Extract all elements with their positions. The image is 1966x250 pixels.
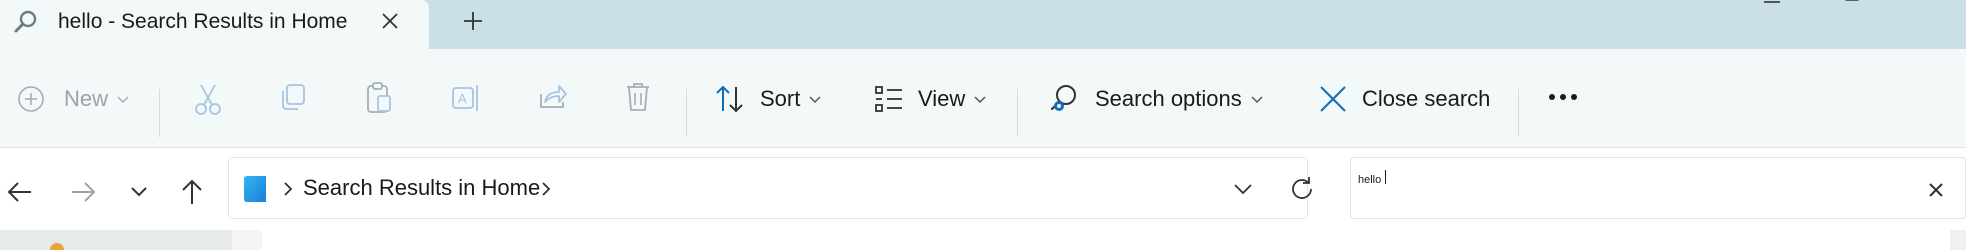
- refresh-icon[interactable]: [1287, 174, 1317, 204]
- chevron-down-icon: [1251, 96, 1263, 104]
- share-icon[interactable]: [537, 82, 569, 112]
- separator: [1017, 89, 1018, 137]
- close-search-button[interactable]: Close search: [1318, 79, 1490, 119]
- pane-divider[interactable]: [232, 230, 262, 250]
- chevron-right-icon[interactable]: [537, 178, 555, 200]
- forward-icon[interactable]: [68, 177, 98, 207]
- chevron-right-icon[interactable]: [279, 178, 297, 200]
- more-icon[interactable]: [1547, 89, 1579, 105]
- maximize-icon[interactable]: [1828, 0, 1876, 12]
- separator: [686, 89, 687, 137]
- close-window-icon[interactable]: [1910, 0, 1958, 12]
- address-dropdown-icon[interactable]: [1229, 175, 1257, 203]
- view-icon: [875, 86, 902, 112]
- view-label: View: [918, 86, 966, 111]
- delete-icon[interactable]: [624, 80, 652, 114]
- separator: [159, 89, 160, 137]
- search-box[interactable]: [1350, 157, 1966, 219]
- plus-circle-icon: [18, 86, 44, 112]
- search-input[interactable]: [1357, 170, 1917, 190]
- up-icon[interactable]: [177, 177, 207, 207]
- paste-icon[interactable]: [364, 80, 394, 116]
- tab-title: hello - Search Results in Home: [58, 10, 348, 33]
- home-icon: [50, 243, 64, 250]
- separator: [1518, 89, 1519, 137]
- sort-label: Sort: [760, 86, 801, 111]
- search-icon: [14, 10, 37, 33]
- text-caret: [1385, 170, 1386, 184]
- navigation-pane: [0, 230, 232, 250]
- view-button[interactable]: View: [874, 79, 987, 119]
- recent-locations-icon[interactable]: [124, 177, 154, 207]
- address-bar[interactable]: Search Results in Home: [228, 157, 1312, 219]
- new-button[interactable]: New: [16, 79, 130, 119]
- cut-icon[interactable]: [192, 82, 224, 116]
- search-options-button[interactable]: Search options: [1047, 79, 1264, 119]
- chevron-down-icon: [974, 96, 986, 104]
- close-tab-icon[interactable]: [376, 7, 404, 35]
- rename-icon[interactable]: A: [450, 82, 482, 114]
- command-bar: New A Sort View Search options Close sea…: [0, 49, 1966, 148]
- new-label: New: [64, 86, 109, 111]
- copy-icon[interactable]: [278, 82, 308, 114]
- minimize-icon[interactable]: [1748, 0, 1796, 12]
- breadcrumb-search-results[interactable]: Search Results in Home: [303, 174, 540, 202]
- chevron-down-icon: [117, 96, 129, 104]
- close-search-label: Close search: [1362, 86, 1491, 111]
- sort-icon: [716, 85, 743, 113]
- svg-text:A: A: [458, 91, 467, 106]
- search-options-label: Search options: [1095, 86, 1242, 111]
- new-tab-icon[interactable]: [458, 6, 488, 36]
- close-icon: [1320, 86, 1346, 112]
- title-bar: hello - Search Results in Home: [0, 0, 1966, 49]
- search-results-folder-icon: [244, 176, 266, 202]
- search-options-icon: [1050, 85, 1076, 111]
- clear-search-icon[interactable]: [1923, 177, 1949, 203]
- scrollbar[interactable]: [1950, 230, 1966, 250]
- sort-button[interactable]: Sort: [714, 79, 822, 119]
- chevron-down-icon: [809, 96, 821, 104]
- active-tab[interactable]: hello - Search Results in Home: [0, 0, 429, 49]
- back-icon[interactable]: [5, 177, 35, 207]
